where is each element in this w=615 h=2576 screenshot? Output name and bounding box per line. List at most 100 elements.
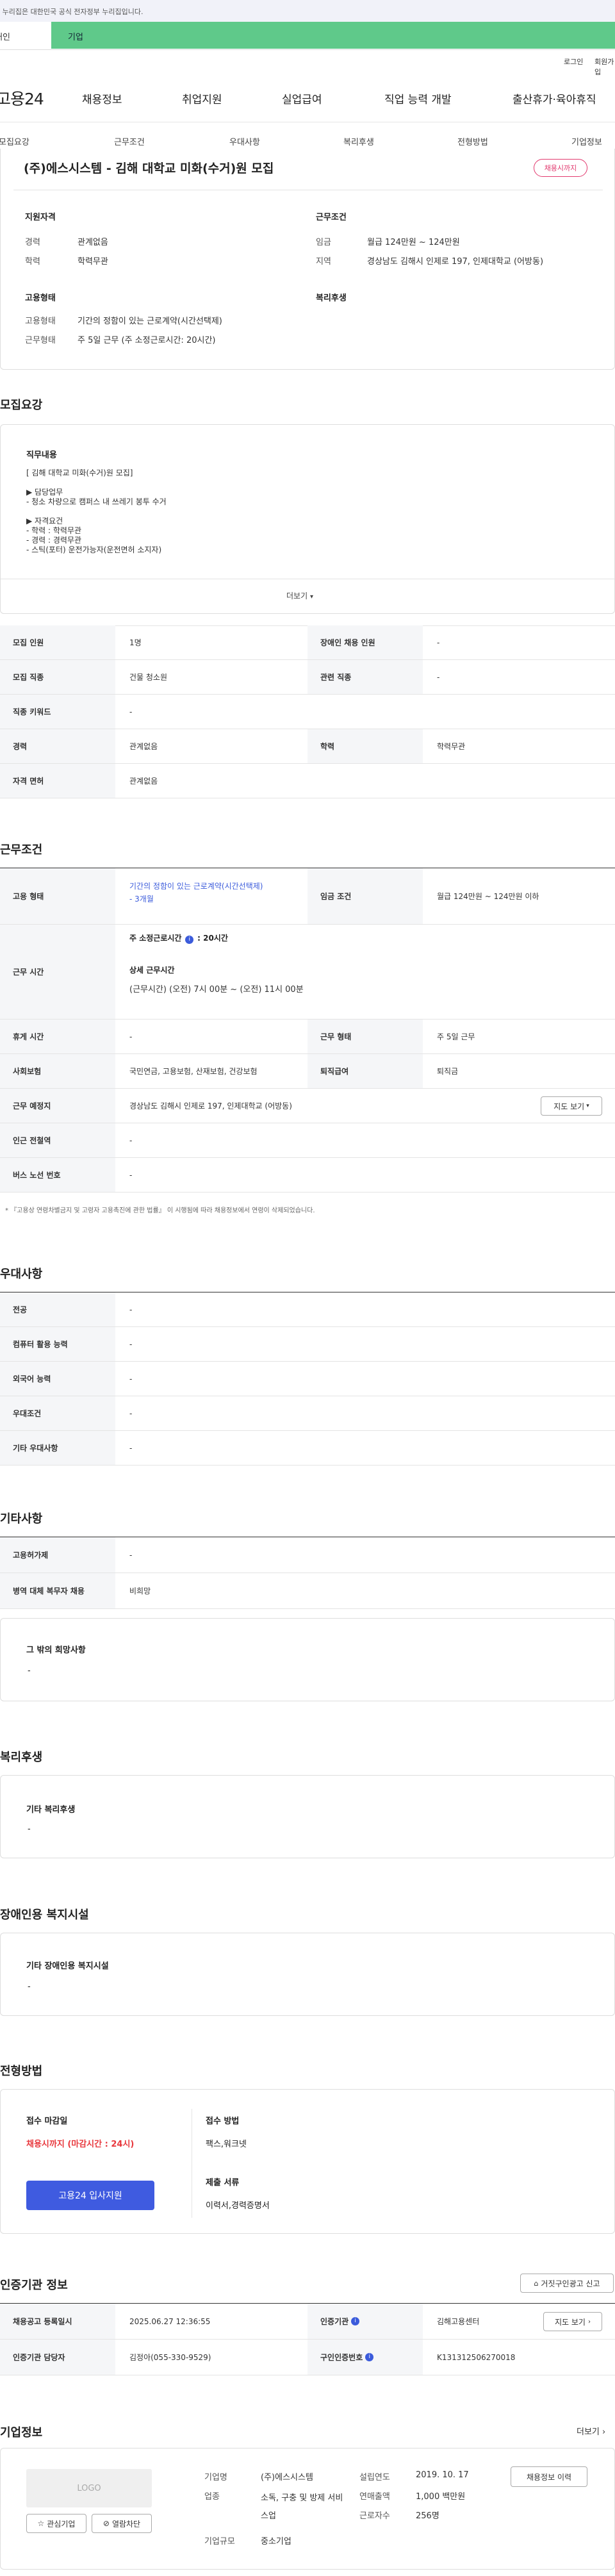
place-map-button[interactable]: 지도 보기 ▾ — [541, 1096, 602, 1116]
etc-section-title: 기타사항 — [0, 1512, 43, 1526]
company-card: LOGO ☆ 관심기업 ⊘ 열람차단 기업명 (주)에스시스템 업종 소독, 구… — [0, 2448, 615, 2570]
tab-business[interactable]: 기업 — [51, 22, 615, 49]
row-label: 퇴직급여 — [308, 1054, 423, 1088]
block-company-button[interactable]: ⊘ 열람차단 — [92, 2514, 152, 2533]
row-label: 근무 시간 — [0, 925, 115, 1019]
weekly-hours-value: : 20시간 — [197, 934, 228, 943]
welfare-card: 기타 복리후생 - — [0, 1775, 615, 1858]
table-row: 전공 - — [0, 1292, 615, 1327]
anchor-preference[interactable]: 우대사항 — [229, 135, 260, 147]
gov-notice-bar: 이 누리집은 대한민국 공식 전자정부 누리집입니다. — [0, 0, 615, 22]
row-value: - — [129, 1374, 133, 1383]
founded-label: 설립연도 — [359, 2473, 390, 2482]
founded-value: 2019. 10. 17 — [416, 2470, 469, 2480]
wage-label: 임금 — [316, 238, 331, 247]
agency-map-button[interactable]: 지도 보기 › — [543, 2312, 602, 2331]
row-label: 장애인 채용 인원 — [308, 625, 423, 659]
age-law-note: * 『고용상 연령차별금지 및 고령자 고용촉진에 관한 법률』 이 시행됨에 … — [5, 1207, 315, 1214]
star-icon: ☆ — [37, 2519, 45, 2528]
gnb-item-unemployment-benefit[interactable]: 실업급여 — [282, 90, 322, 106]
row-value: - — [129, 707, 133, 716]
row-label: 병역 대체 복무자 채용 — [0, 1573, 115, 1608]
house-icon: ⌂ — [534, 2279, 539, 2288]
anchor-conditions[interactable]: 근무조건 — [114, 135, 145, 147]
agency-section-title: 인증기관 정보 — [0, 2279, 68, 2292]
row-label: 사회보험 — [0, 1054, 115, 1088]
login-link[interactable]: 로그인 — [564, 56, 583, 67]
region-label: 지역 — [316, 257, 331, 267]
row-value: - — [437, 638, 440, 647]
preference-section-title: 우대사항 — [0, 1267, 43, 1281]
anchor-company[interactable]: 기업정보 — [571, 135, 602, 147]
deadline-value: 채용시까지 (마감시간 : 24시) — [26, 2140, 135, 2149]
gnb-item-job-training[interactable]: 직업 능력 개발 — [384, 90, 452, 106]
sales-value: 1,000 백만원 — [416, 2492, 466, 2502]
job-summary-card: (주)에스시스템 - 김해 대학교 미화(수거)원 모집 채용시까지 지원자격 … — [0, 149, 615, 370]
table-row: 경력 관계없음 학력 학력무관 — [0, 729, 615, 764]
anchor-recruit[interactable]: 모집요강 — [0, 135, 29, 147]
history-button-label: 채용정보 이력 — [526, 2472, 572, 2482]
favorite-company-button[interactable]: ☆ 관심기업 — [26, 2514, 86, 2533]
employees-value: 256명 — [416, 2511, 439, 2521]
table-row: 기타 우대사항 - — [0, 1431, 615, 1466]
workform-label: 근무형태 — [25, 336, 56, 345]
career-value: 관계없음 — [78, 238, 108, 247]
info-icon[interactable]: i — [365, 2353, 374, 2361]
join-link[interactable]: 회원가입 — [594, 56, 615, 77]
row-label: 임금 조건 — [308, 868, 423, 924]
anchor-process[interactable]: 전형방법 — [457, 135, 488, 147]
info-icon[interactable]: i — [351, 2317, 360, 2325]
job-history-button[interactable]: 채용정보 이력 — [511, 2466, 587, 2487]
deadline-badge: 채용시까지 — [534, 159, 587, 177]
row-value: - — [437, 672, 440, 682]
duty-more-button[interactable]: 더보기 ▾ — [286, 590, 313, 601]
row-label: 학력 — [308, 729, 423, 763]
row-label: 외국어 능력 — [0, 1362, 115, 1396]
table-row: 고용허가제 - — [0, 1537, 615, 1573]
table-row: 모집 인원 1명 장애인 채용 인원 - — [0, 625, 615, 660]
tab-individual[interactable]: 개인 — [0, 22, 51, 49]
disability-section-title: 장애인용 복지시설 — [0, 1908, 89, 1922]
wage-value: 월급 124만원 ~ 124만원 — [367, 238, 460, 247]
row-label: 모집 직종 — [0, 660, 115, 694]
row-label: 근무 형태 — [308, 1020, 423, 1053]
sales-label: 연매출액 — [359, 2492, 390, 2502]
row-label: 고용 형태 — [0, 868, 115, 924]
method-value: 팩스,워크넷 — [206, 2140, 247, 2149]
recruit-section-title: 모집요강 — [0, 399, 43, 412]
gnb-item-leave[interactable]: 출산휴가·육아휴직 — [512, 90, 596, 106]
welfare-box-value: - — [28, 1824, 31, 1834]
chevron-down-icon: ▾ — [586, 1103, 589, 1109]
docs-title: 제출 서류 — [206, 2178, 240, 2188]
emptype-label: 고용형태 — [25, 317, 56, 326]
report-fake-ad-button[interactable]: ⌂ 거짓구인광고 신고 — [520, 2274, 614, 2293]
duty-content: [ 김해 대학교 미화(수거)원 모집] ▶ 담당업무 - 청소 차량으로 캠퍼… — [26, 468, 167, 554]
apply-button[interactable]: 고용24 입사지원 — [26, 2181, 154, 2210]
table-row: 병역 대체 복무자 채용 비희망 — [0, 1573, 615, 1609]
info-icon[interactable]: i — [185, 936, 194, 944]
disability-box-title: 기타 장애인용 복지시설 — [26, 1961, 109, 1971]
company-logo-placeholder: LOGO — [26, 2469, 152, 2507]
table-row: 직종 키워드 - — [0, 695, 615, 729]
disability-card: 기타 장애인용 복지시설 - — [0, 1933, 615, 2016]
company-more-link[interactable]: 더보기 › — [577, 2425, 605, 2437]
edu-label: 학력 — [25, 257, 40, 267]
industry-value: 소독, 구충 및 방제 서비스업 — [261, 2493, 343, 2521]
table-row: 근무 시간 주 소정근로시간 i : 20시간 상세 근무시간 (근무시간) (… — [0, 925, 615, 1020]
table-row: 자격 면허 관계없음 — [0, 764, 615, 798]
docs-value: 이력서,경력증명서 — [206, 2201, 270, 2211]
weekly-hours-label: 주 소정근로시간 — [129, 934, 182, 943]
anchor-welfare[interactable]: 복리후생 — [343, 135, 374, 147]
row-label: 전공 — [0, 1292, 115, 1326]
row-value: 건물 청소원 — [129, 673, 168, 682]
duty-more-label: 더보기 — [286, 591, 308, 600]
site-logo[interactable]: 고용24 — [0, 87, 44, 110]
fav-button-label: 관심기업 — [47, 2519, 76, 2529]
method-title: 접수 방법 — [206, 2117, 240, 2126]
deadline-title: 접수 마감일 — [26, 2117, 68, 2126]
row-label: 경력 — [0, 729, 115, 763]
work-heading: 근무조건 — [316, 213, 347, 222]
workform-value: 주 5일 근무 (주 소정근로시간: 20시간) — [78, 336, 216, 345]
gnb-item-employment-support[interactable]: 취업지원 — [182, 90, 222, 106]
gnb-item-jobs[interactable]: 채용정보 — [82, 90, 122, 106]
